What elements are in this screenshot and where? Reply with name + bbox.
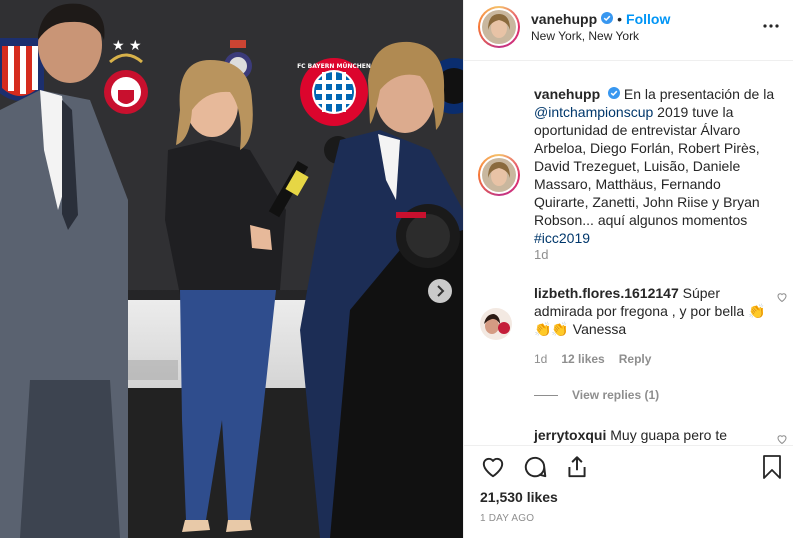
header-avatar[interactable] [478, 6, 520, 48]
avatar-image [480, 308, 512, 340]
caption-hashtag-link[interactable]: #icc2019 [534, 230, 590, 246]
view-replies-label: View replies (1) [572, 388, 660, 402]
caption-avatar[interactable] [478, 154, 520, 196]
verified-badge-icon [601, 11, 614, 27]
svg-text:★ ★: ★ ★ [112, 38, 142, 54]
header-username[interactable]: vanehupp [531, 11, 597, 27]
bookmark-icon[interactable] [760, 454, 784, 483]
comment-meta: 1d 12 likes Reply [534, 352, 651, 366]
comment-like-heart-icon[interactable] [776, 290, 788, 306]
caption-mention-link[interactable]: @intchampionscup [534, 104, 653, 120]
replies-divider [534, 394, 558, 396]
comment-timestamp[interactable]: 1d [534, 352, 547, 366]
comment-body-end: Vanessa [568, 321, 627, 337]
comments-list[interactable]: vanehupp En la presentación de la @intch… [464, 62, 793, 445]
comment-icon[interactable] [522, 454, 548, 483]
caption-body-start: En la presentación de la [623, 86, 775, 102]
post-side-panel: vanehupp • Follow New York, New York van… [463, 0, 793, 538]
comment-text: jerrytoxqui Muy guapa pero te [534, 426, 766, 444]
share-icon[interactable] [564, 454, 590, 483]
caption-username[interactable]: vanehupp [534, 86, 600, 102]
post-actions: 21,530 likes 1 day ago [464, 445, 793, 538]
caption-text: vanehupp En la presentación de la @intch… [534, 85, 778, 247]
post-location[interactable]: New York, New York [531, 29, 639, 43]
likes-count[interactable]: 21,530 likes [480, 489, 558, 505]
next-slide-button[interactable] [428, 279, 452, 303]
post-header: vanehupp • Follow New York, New York [464, 0, 793, 61]
avatar-image [482, 158, 516, 192]
post-timestamp[interactable]: 1 day ago [480, 513, 534, 524]
comment-username[interactable]: lizbeth.flores.1612147 [534, 285, 679, 301]
comment-avatar[interactable] [480, 308, 512, 340]
comment-likes[interactable]: 12 likes [561, 352, 604, 366]
heart-icon[interactable] [480, 454, 506, 483]
action-icons [480, 454, 590, 483]
chevron-right-icon [437, 285, 445, 297]
avatar-image [482, 10, 516, 44]
more-options-icon[interactable] [763, 18, 779, 37]
post-photo[interactable]: ★ ★ FC BAYERN MÜNCHEN [0, 0, 463, 538]
bayern-logo-text: FC BAYERN MÜNCHEN [297, 63, 371, 70]
header-user-line: vanehupp • Follow [531, 11, 670, 27]
photo-scene: ★ ★ FC BAYERN MÜNCHEN [0, 0, 463, 538]
view-replies-button[interactable]: View replies (1) [534, 388, 659, 402]
caption-body: 2019 tuve la oportunidad de entrevistar … [534, 104, 760, 228]
separator-dot: • [617, 11, 623, 27]
caption-timestamp[interactable]: 1d [534, 247, 548, 262]
comment-body: Muy guapa pero te [610, 427, 727, 443]
comment-like-heart-icon[interactable] [776, 432, 788, 445]
comment-text: lizbeth.flores.1612147 Súper admirada po… [534, 284, 766, 338]
follow-button[interactable]: Follow [626, 11, 670, 27]
verified-badge-icon [608, 85, 621, 103]
comment-username[interactable]: jerrytoxqui [534, 427, 606, 443]
reply-button[interactable]: Reply [619, 352, 652, 366]
